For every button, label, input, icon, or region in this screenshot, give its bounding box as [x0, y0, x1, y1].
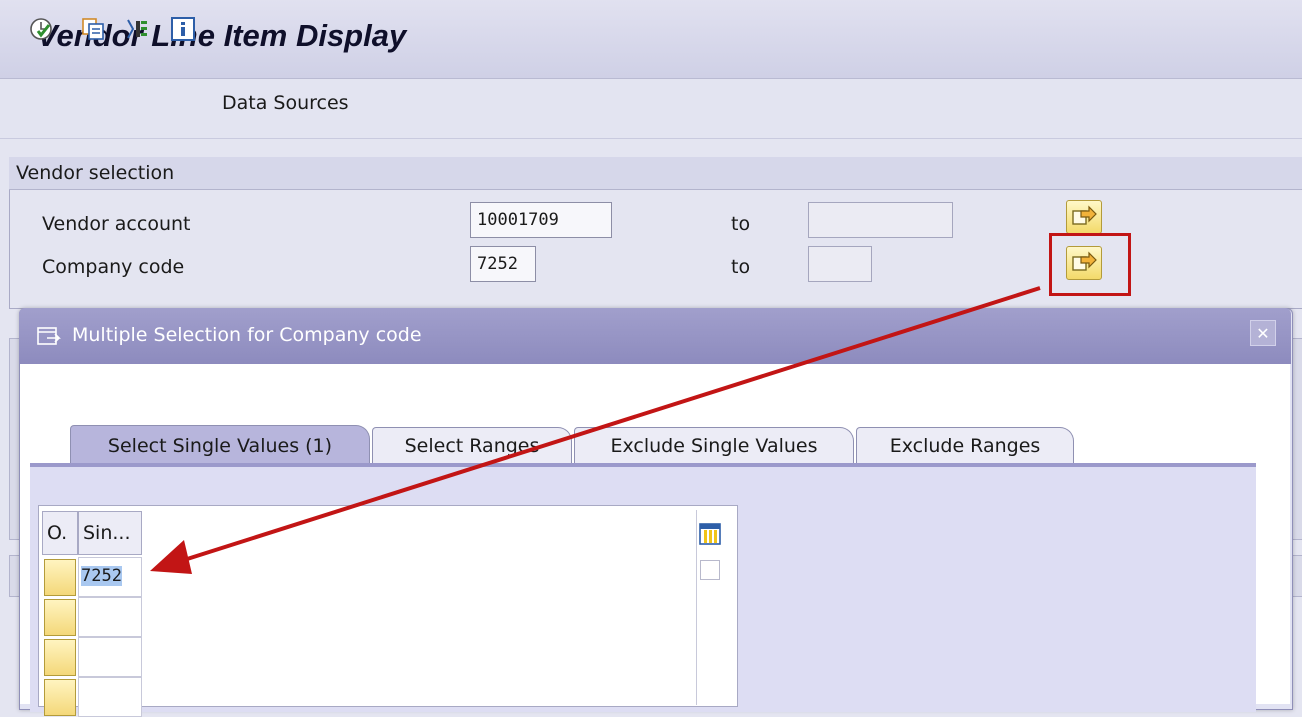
execute-icon[interactable]: [28, 16, 54, 42]
tab-select-ranges[interactable]: Select Ranges: [372, 427, 572, 463]
dynamic-selection-icon[interactable]: [124, 16, 150, 42]
tab-select-single-values[interactable]: Select Single Values (1): [70, 425, 370, 465]
table-cell-value[interactable]: [78, 677, 142, 717]
company-code-to-field[interactable]: [808, 246, 872, 282]
dialog-window-icon: [37, 327, 61, 345]
table-cell-value[interactable]: [78, 637, 142, 677]
column-header-single-value[interactable]: Sin...: [78, 511, 142, 555]
vendor-account-to-field[interactable]: [808, 202, 953, 238]
annotation-highlight-box: [1049, 233, 1131, 296]
close-icon[interactable]: ✕: [1250, 320, 1276, 346]
data-sources-button[interactable]: Data Sources: [222, 92, 349, 114]
row-selector-button[interactable]: [44, 559, 76, 596]
company-code-label: Company code: [42, 256, 185, 278]
single-values-table: [38, 505, 738, 707]
row-selector-button[interactable]: [44, 679, 76, 716]
company-code-from-field[interactable]: 7252: [470, 246, 536, 282]
column-header-option[interactable]: O.: [42, 511, 78, 555]
vendor-selection-header: [9, 157, 1302, 190]
vendor-account-from-field[interactable]: 10001709: [470, 202, 612, 238]
column-settings-icon[interactable]: [699, 523, 721, 545]
vendor-account-to-label: to: [731, 213, 751, 235]
selected-value-text: 7252: [81, 566, 122, 586]
row-selector-button[interactable]: [44, 639, 76, 676]
application-toolbar: [0, 79, 1302, 139]
tab-exclude-single-values[interactable]: Exclude Single Values: [574, 427, 854, 463]
scrollbar-thumb[interactable]: [700, 560, 720, 580]
multiple-selection-arrow-icon: [1072, 205, 1097, 225]
table-cell-value[interactable]: 7252: [78, 557, 142, 597]
dialog-title: Multiple Selection for Company code: [72, 324, 422, 346]
tab-exclude-ranges[interactable]: Exclude Ranges: [856, 427, 1074, 463]
vendor-account-label: Vendor account: [42, 213, 191, 235]
table-cell-value[interactable]: [78, 597, 142, 637]
row-selector-button[interactable]: [44, 599, 76, 636]
vendor-account-multiple-selection-button[interactable]: [1066, 200, 1102, 234]
vendor-selection-title: Vendor selection: [16, 162, 175, 184]
company-code-to-label: to: [731, 256, 751, 278]
info-icon[interactable]: [170, 16, 196, 42]
get-variant-icon[interactable]: [80, 16, 106, 42]
